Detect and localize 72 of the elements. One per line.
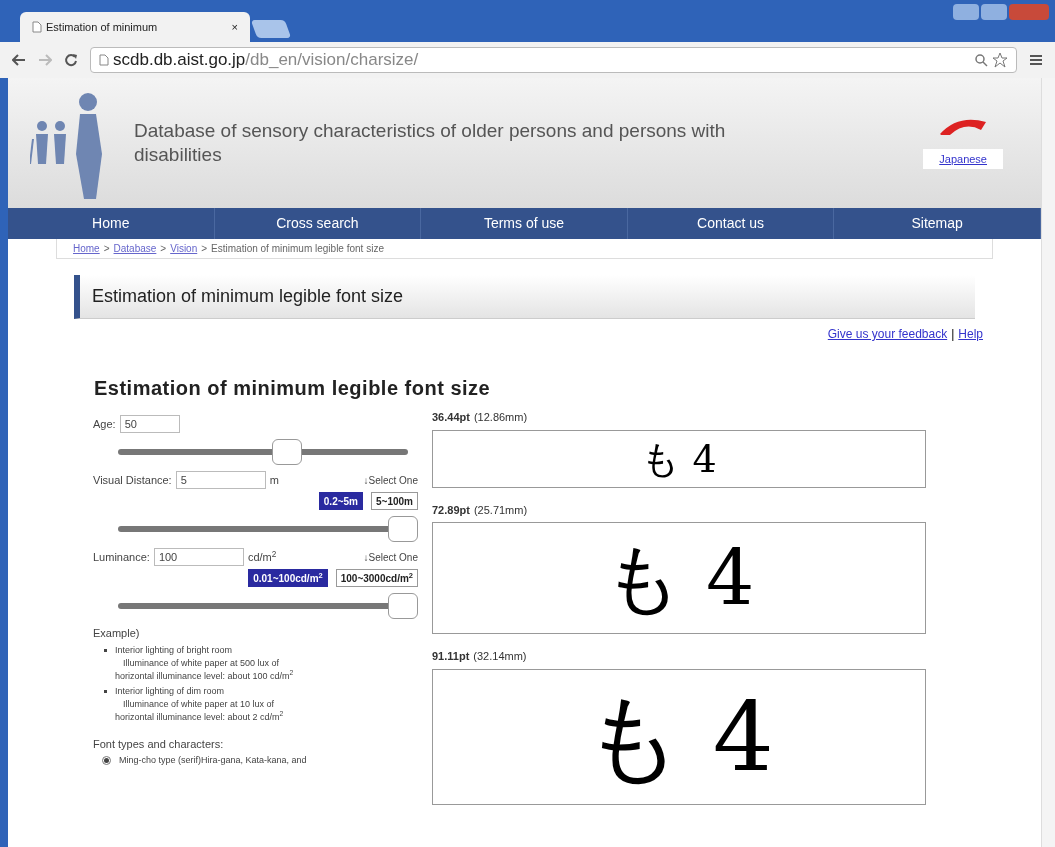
back-icon[interactable] — [12, 54, 26, 66]
sample-characters: も 4 — [584, 688, 774, 785]
page-icon — [99, 54, 109, 66]
url-text: scdb.db.aist.go.jp/db_en/vision/charsize/ — [113, 49, 419, 72]
nav-item[interactable]: Home — [8, 208, 215, 239]
slider-thumb[interactable] — [388, 516, 418, 542]
radio-label: Ming-cho type (serif)Hira-gana, Kata-kana, and — [119, 754, 307, 767]
close-icon[interactable]: × — [231, 18, 238, 36]
breadcrumb-text: > — [103, 242, 110, 256]
page-icon — [32, 21, 42, 33]
range-option[interactable]: 0.2~5m — [318, 492, 363, 510]
site-title: Database of sensory characteristics of older persons and persons with disabilities — [134, 119, 727, 167]
input-field[interactable]: 100 — [153, 548, 244, 566]
bullet-icon — [104, 648, 107, 652]
example-text: horizontal illuminance level: about 100 cd/m$^{2}$ — [115, 669, 294, 683]
input-field[interactable]: 50 — [119, 415, 180, 433]
star-icon[interactable] — [992, 52, 1008, 68]
bullet-icon — [104, 689, 107, 693]
section-heading: Estimation of minimum legible font size — [94, 376, 492, 401]
nav-item[interactable]: Cross search — [214, 208, 422, 239]
slider-thumb[interactable] — [271, 439, 302, 465]
unit-label: m — [269, 472, 279, 488]
font-types-title: Font types and characters: — [93, 736, 225, 752]
breadcrumb-text: > — [201, 242, 208, 256]
example-text: horizontal illuminance level: about 2 cd/m$^{2}$ — [115, 710, 284, 724]
input-field[interactable]: 5 — [175, 471, 266, 489]
sample-characters: も 4 — [603, 540, 755, 616]
breadcrumb-text: > — [160, 242, 167, 256]
slider-thumb[interactable] — [388, 593, 418, 619]
scrollbar[interactable] — [1041, 78, 1055, 847]
example-text: Interior lighting of dim room — [115, 684, 226, 698]
menu-icon[interactable] — [1029, 54, 1043, 66]
example-text: Interior lighting of bright room — [115, 643, 234, 657]
point-size: 72.89pt — [432, 502, 470, 518]
unit-label: cd/m$^{2}$ — [247, 548, 277, 565]
reload-icon[interactable] — [64, 53, 78, 67]
breadcrumb-link[interactable]: Home — [73, 241, 100, 256]
new-tab-button[interactable] — [250, 20, 292, 38]
field-label: Age: — [93, 416, 116, 432]
range-option[interactable]: 100~3000cd/m$^{2}$ — [335, 569, 418, 587]
help-link[interactable]: Give us your feedback — [827, 325, 948, 343]
point-size: 36.44pt — [432, 410, 470, 425]
search-icon[interactable] — [974, 53, 988, 67]
example-title: Example) — [93, 626, 141, 641]
point-size: 91.11pt — [432, 649, 470, 664]
example-text: Illuminance of white paper at 10 lux of — [123, 697, 276, 711]
japanese-link[interactable]: Japanese — [923, 148, 1003, 170]
breadcrumb-link[interactable]: Vision — [170, 241, 198, 256]
browser-tab[interactable]: Estimation of minimum × — [20, 12, 250, 42]
field-label: Visual Distance: — [93, 472, 172, 488]
nav-item[interactable]: Contact us — [627, 208, 835, 239]
link-separator: | — [951, 326, 955, 343]
tab-title: Estimation of minimum — [46, 19, 158, 35]
sample-characters: も 4 — [641, 439, 717, 478]
slider[interactable] — [118, 593, 418, 619]
example-text: Illuminance of white paper at 500 lux of — [123, 656, 281, 670]
millimeter-size: (25.71mm) — [473, 502, 528, 518]
help-link[interactable]: Help — [958, 325, 983, 343]
select-hint: ↓Select One — [363, 550, 418, 565]
slider[interactable] — [118, 516, 418, 542]
range-option[interactable]: 5~100m — [371, 492, 418, 510]
range-option[interactable]: 0.01~100cd/m$^{2}$ — [248, 569, 328, 587]
millimeter-size: (12.86mm) — [473, 410, 528, 425]
nav-item[interactable]: Sitemap — [834, 208, 1041, 239]
nav-item[interactable]: Terms of use — [421, 208, 628, 239]
breadcrumb-text: Estimation of minimum legible font size — [211, 242, 384, 256]
page-title-bar: Estimation of minimum legible font size — [74, 275, 975, 319]
millimeter-size: (32.14mm) — [473, 649, 527, 664]
field-label: Luminance: — [93, 549, 150, 565]
address-bar[interactable]: scdb.db.aist.go.jp/db_en/vision/charsize/ — [90, 47, 1017, 73]
breadcrumb-link[interactable]: Database — [113, 241, 157, 256]
select-hint: ↓Select One — [363, 473, 418, 488]
